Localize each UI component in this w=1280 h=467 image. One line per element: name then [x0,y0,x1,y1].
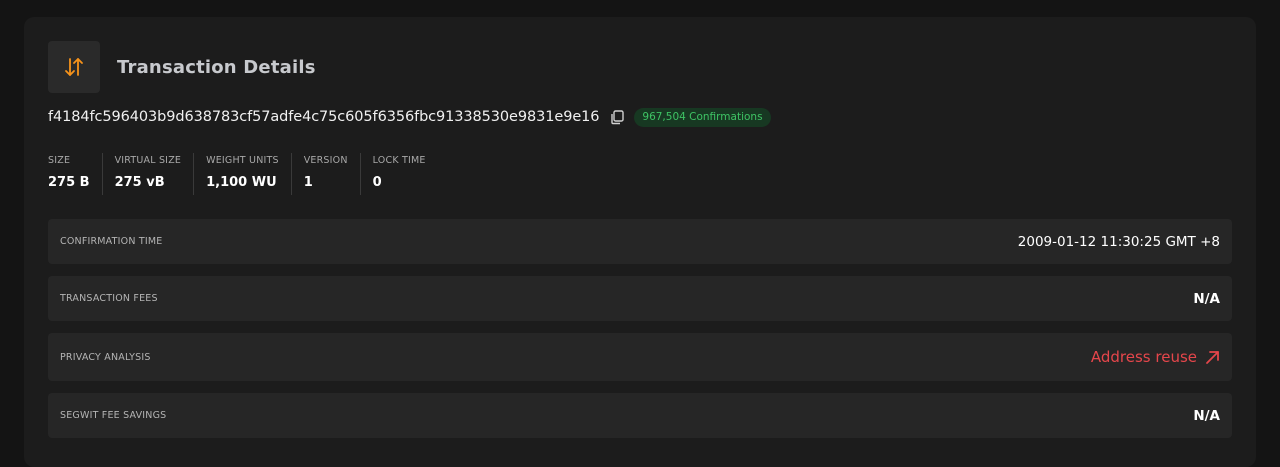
stat-value: 275 vB [114,175,165,190]
transaction-card: Transaction Details f4184fc596403b9d6387… [24,17,1256,467]
copy-icon [611,110,625,125]
confirmation-time-row: CONFIRMATION TIME 2009-01-12 11:30:25 GM… [48,219,1232,264]
hash-row: f4184fc596403b9d638783cf57adfe4c75c605f6… [48,107,771,127]
privacy-analysis-row: PRIVACY ANALYSIS Address reuse [48,333,1232,381]
row-label: PRIVACY ANALYSIS [60,351,151,363]
stat-label: LOCK TIME [372,155,426,166]
confirmation-time-value: 2009-01-12 11:30:25 GMT +8 [1017,233,1220,250]
page-title: Transaction Details [117,56,316,78]
stat-size: SIZE 275 B [48,153,102,195]
stat-value: 275 B [48,175,90,190]
stat-label: VIRTUAL SIZE [114,155,182,166]
stat-weight-units: WEIGHT UNITS 1,100 WU [193,153,291,195]
stat-label: SIZE [48,155,71,166]
transaction-fees-row: TRANSACTION FEES N/A [48,276,1232,321]
segwit-fee-savings-value: N/A [1193,407,1220,424]
transaction-hash: f4184fc596403b9d638783cf57adfe4c75c605f6… [48,109,600,125]
row-label: CONFIRMATION TIME [60,236,163,247]
arrows-up-down-icon [65,58,83,76]
stat-lock-time: LOCK TIME 0 [359,153,438,195]
stat-value: 1 [303,175,313,190]
arrow-up-right-icon [1206,350,1219,364]
stat-version: VERSION 1 [290,153,360,195]
stats-bar: SIZE 275 B VIRTUAL SIZE 275 vB WEIGHT UN… [48,153,438,195]
row-label: SEGWIT FEE SAVINGS [60,410,167,421]
address-reuse-link[interactable]: Address reuse [1091,348,1220,366]
stat-label: VERSION [303,155,348,166]
address-reuse-label: Address reuse [1090,348,1197,366]
confirmations-badge: 967,504 Confirmations [634,107,771,127]
stat-virtual-size: VIRTUAL SIZE 275 vB [101,153,194,195]
card-header: Transaction Details [48,41,316,93]
transaction-fees-value: N/A [1193,290,1220,307]
transaction-icon-box [48,41,100,93]
row-label: TRANSACTION FEES [60,293,158,304]
stat-value: 1,100 WU [206,175,277,190]
stat-value: 0 [372,175,382,190]
details-list: CONFIRMATION TIME 2009-01-12 11:30:25 GM… [48,219,1232,438]
stat-label: WEIGHT UNITS [206,155,279,166]
segwit-fee-savings-row: SEGWIT FEE SAVINGS N/A [48,393,1232,438]
copy-button[interactable] [608,108,626,126]
